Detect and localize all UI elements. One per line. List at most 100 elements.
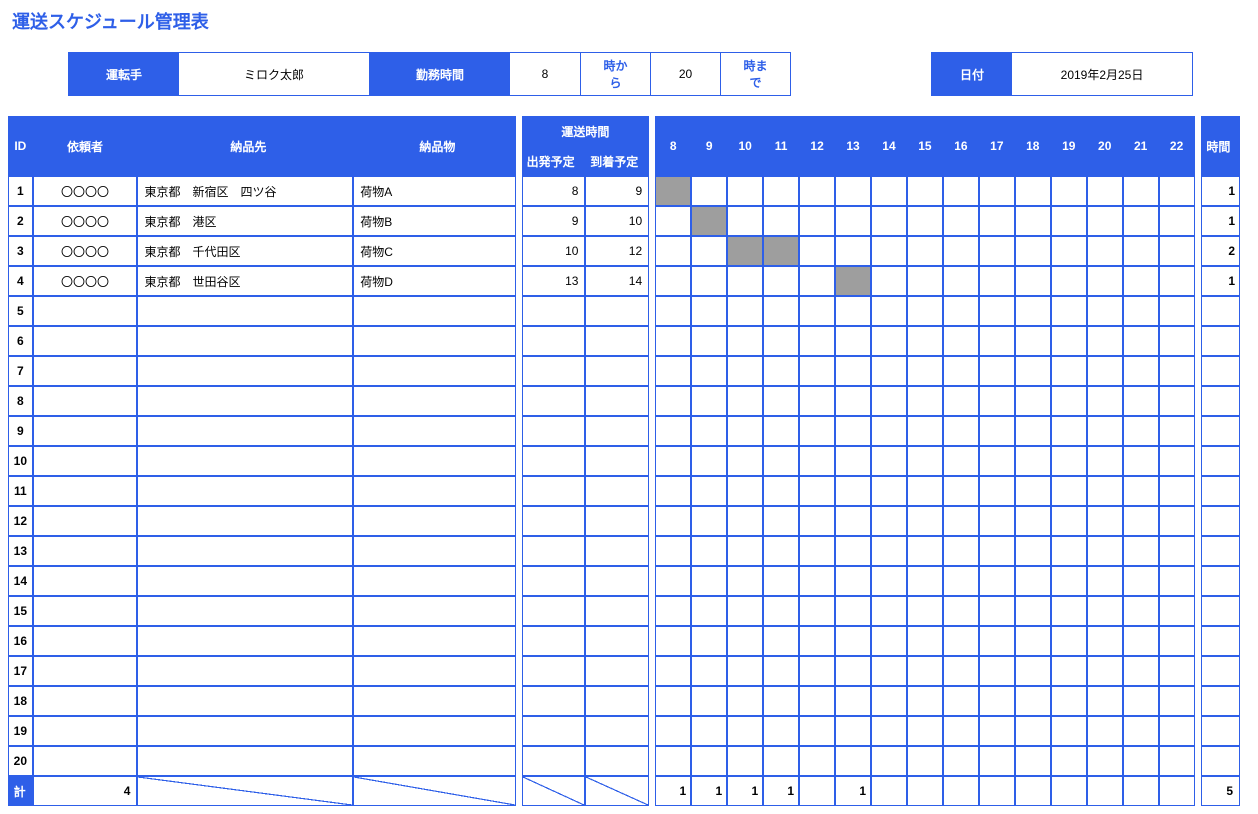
cell-hour — [1159, 626, 1195, 656]
header-hour-21: 21 — [1123, 116, 1159, 176]
cell-hour — [835, 506, 871, 536]
cell-hour — [1159, 746, 1195, 776]
cell-hour — [1159, 506, 1195, 536]
cell-hour — [871, 326, 907, 356]
cell-item — [353, 446, 515, 476]
cell-dep: 10 — [522, 236, 586, 266]
cell-dest: 東京都 新宿区 四ツ谷 — [137, 176, 353, 206]
cell-hour — [943, 686, 979, 716]
cell-hour — [1015, 266, 1051, 296]
cell-dest — [137, 356, 353, 386]
cell-dest — [137, 596, 353, 626]
table-row: 10 — [8, 446, 1240, 476]
cell-duration — [1201, 566, 1240, 596]
cell-duration: 2 — [1201, 236, 1240, 266]
cell-hour — [907, 416, 943, 446]
cell-client — [33, 386, 138, 416]
summary-dest-diag — [137, 776, 353, 806]
cell-hour — [1051, 176, 1087, 206]
header-arr: 到着予定 — [585, 146, 649, 176]
cell-hour — [655, 506, 691, 536]
cell-duration — [1201, 476, 1240, 506]
cell-id: 5 — [8, 296, 33, 326]
cell-hour — [835, 236, 871, 266]
cell-dep: 9 — [522, 206, 586, 236]
cell-hour — [799, 686, 835, 716]
cell-hour — [691, 236, 727, 266]
header-duration: 時間 — [1201, 116, 1240, 176]
cell-hour — [727, 416, 763, 446]
cell-hour — [1159, 596, 1195, 626]
cell-hour — [907, 296, 943, 326]
cell-arr — [585, 506, 649, 536]
cell-id: 3 — [8, 236, 33, 266]
date-box: 日付 2019年2月25日 — [931, 52, 1193, 96]
cell-hour — [835, 746, 871, 776]
header-hour-20: 20 — [1087, 116, 1123, 176]
cell-hour — [727, 566, 763, 596]
cell-dep — [522, 746, 586, 776]
summary-hour — [979, 776, 1015, 806]
cell-dest — [137, 716, 353, 746]
cell-hour — [907, 386, 943, 416]
cell-hour — [763, 236, 799, 266]
cell-hour — [871, 716, 907, 746]
cell-hour — [1123, 416, 1159, 446]
cell-hour — [1051, 626, 1087, 656]
cell-arr — [585, 746, 649, 776]
cell-hour — [799, 296, 835, 326]
cell-hour — [835, 386, 871, 416]
cell-item — [353, 686, 515, 716]
driver-box: 運転手 ミロク太郎 — [68, 52, 370, 96]
cell-hour — [835, 536, 871, 566]
cell-hour — [907, 656, 943, 686]
cell-hour — [691, 746, 727, 776]
cell-hour — [799, 356, 835, 386]
hours-label: 勤務時間 — [370, 53, 510, 95]
cell-hour — [1051, 596, 1087, 626]
cell-hour — [727, 746, 763, 776]
cell-client — [33, 686, 138, 716]
cell-hour — [727, 386, 763, 416]
cell-hour — [727, 626, 763, 656]
cell-client — [33, 746, 138, 776]
cell-hour — [1123, 236, 1159, 266]
cell-hour — [943, 176, 979, 206]
cell-hour — [907, 506, 943, 536]
cell-item: 荷物C — [353, 236, 515, 266]
cell-hour — [1159, 266, 1195, 296]
cell-hour — [907, 356, 943, 386]
cell-hour — [655, 566, 691, 596]
cell-hour — [907, 566, 943, 596]
cell-arr — [585, 536, 649, 566]
cell-hour — [763, 566, 799, 596]
cell-hour — [799, 596, 835, 626]
table-row: 1〇〇〇〇東京都 新宿区 四ツ谷荷物A891 — [8, 176, 1240, 206]
cell-hour — [763, 356, 799, 386]
cell-hour — [943, 566, 979, 596]
cell-hour — [799, 716, 835, 746]
cell-hour — [979, 626, 1015, 656]
cell-hour — [943, 386, 979, 416]
header-hour-16: 16 — [943, 116, 979, 176]
cell-arr — [585, 566, 649, 596]
cell-hour — [1087, 476, 1123, 506]
cell-hour — [871, 686, 907, 716]
cell-hour — [907, 746, 943, 776]
summary-arr-diag — [585, 776, 649, 806]
summary-hour: 1 — [655, 776, 691, 806]
cell-hour — [763, 326, 799, 356]
page-title: 運送スケジュール管理表 — [12, 8, 1250, 34]
cell-hour — [691, 296, 727, 326]
cell-id: 19 — [8, 716, 33, 746]
cell-dep: 8 — [522, 176, 586, 206]
cell-hour — [1159, 296, 1195, 326]
cell-hour — [835, 626, 871, 656]
cell-hour — [1159, 446, 1195, 476]
cell-dest — [137, 506, 353, 536]
cell-hour — [1159, 536, 1195, 566]
cell-hour — [799, 416, 835, 446]
cell-hour — [1123, 716, 1159, 746]
cell-arr: 12 — [585, 236, 649, 266]
cell-hour — [1015, 296, 1051, 326]
